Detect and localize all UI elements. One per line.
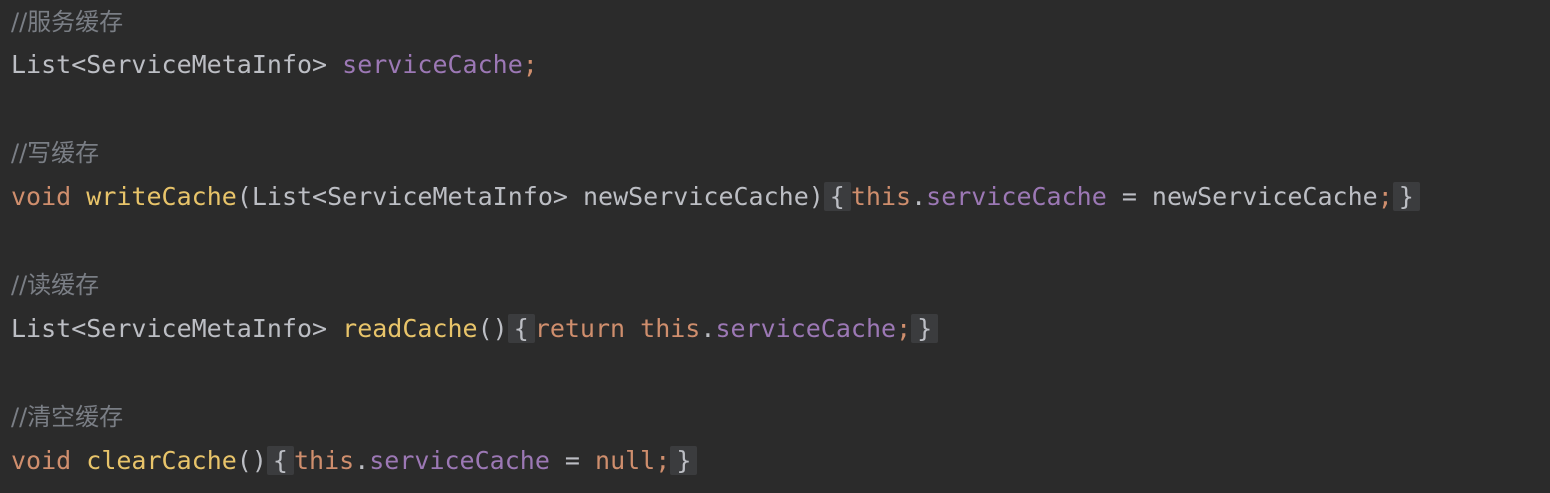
assignment-operator: = xyxy=(549,446,596,475)
field-service-cache: serviceCache xyxy=(926,182,1107,211)
code-line-1: //服务缓存 xyxy=(11,0,123,44)
method-read-cache: readCache xyxy=(342,314,478,343)
fold-close-brace[interactable]: } xyxy=(1392,182,1420,211)
fold-close-brace[interactable]: } xyxy=(911,314,939,343)
code-editor[interactable]: //服务缓存 List<ServiceMetaInfo> serviceCach… xyxy=(0,0,1550,480)
code-line-8: List<ServiceMetaInfo> readCache(){return… xyxy=(11,307,939,351)
semicolon: ; xyxy=(522,50,538,79)
field-service-cache: serviceCache xyxy=(715,314,897,343)
field-service-cache: serviceCache xyxy=(369,446,550,475)
dot-operator: . xyxy=(911,182,927,211)
type-list-servicemetainfo: List<ServiceMetaInfo> xyxy=(11,50,328,79)
semicolon: ; xyxy=(1377,182,1393,211)
comment-clear-cache: //清空缓存 xyxy=(11,403,124,431)
method-params: () xyxy=(236,446,267,475)
comment-write-cache: //写缓存 xyxy=(11,139,100,167)
keyword-void: void xyxy=(11,182,72,211)
keyword-this: this xyxy=(850,182,912,211)
fold-open-brace[interactable]: { xyxy=(507,314,535,343)
method-write-cache: writeCache xyxy=(86,182,237,211)
comment-service-cache: //服务缓存 xyxy=(11,8,124,36)
semicolon: ; xyxy=(896,314,912,343)
code-line-5: void writeCache(List<ServiceMetaInfo> ne… xyxy=(11,175,1420,219)
keyword-void: void xyxy=(11,446,72,475)
type-list-servicemetainfo: List<ServiceMetaInfo> xyxy=(11,314,328,343)
dot-operator: . xyxy=(354,446,370,475)
keyword-return: return xyxy=(534,314,626,343)
field-service-cache: serviceCache xyxy=(342,50,523,79)
code-line-10: //清空缓存 xyxy=(11,395,123,439)
keyword-null: null xyxy=(595,446,656,475)
fold-open-brace[interactable]: { xyxy=(266,446,294,475)
dot-operator: . xyxy=(700,314,716,343)
code-line-4: //写缓存 xyxy=(11,131,99,175)
code-line-11: void clearCache(){this.serviceCache = nu… xyxy=(11,439,698,483)
comment-read-cache: //读缓存 xyxy=(11,271,100,299)
keyword-this: this xyxy=(293,446,355,475)
semicolon: ; xyxy=(655,446,671,475)
method-clear-cache: clearCache xyxy=(86,446,237,475)
assignment-expression: = newServiceCache xyxy=(1106,182,1378,211)
code-line-7: //读缓存 xyxy=(11,263,99,307)
method-params: () xyxy=(477,314,508,343)
fold-close-brace[interactable]: } xyxy=(670,446,698,475)
keyword-this: this xyxy=(640,314,701,343)
fold-open-brace[interactable]: { xyxy=(823,182,851,211)
method-params: (List<ServiceMetaInfo> newServiceCache) xyxy=(236,182,824,211)
code-line-2: List<ServiceMetaInfo> serviceCache; xyxy=(11,43,538,87)
